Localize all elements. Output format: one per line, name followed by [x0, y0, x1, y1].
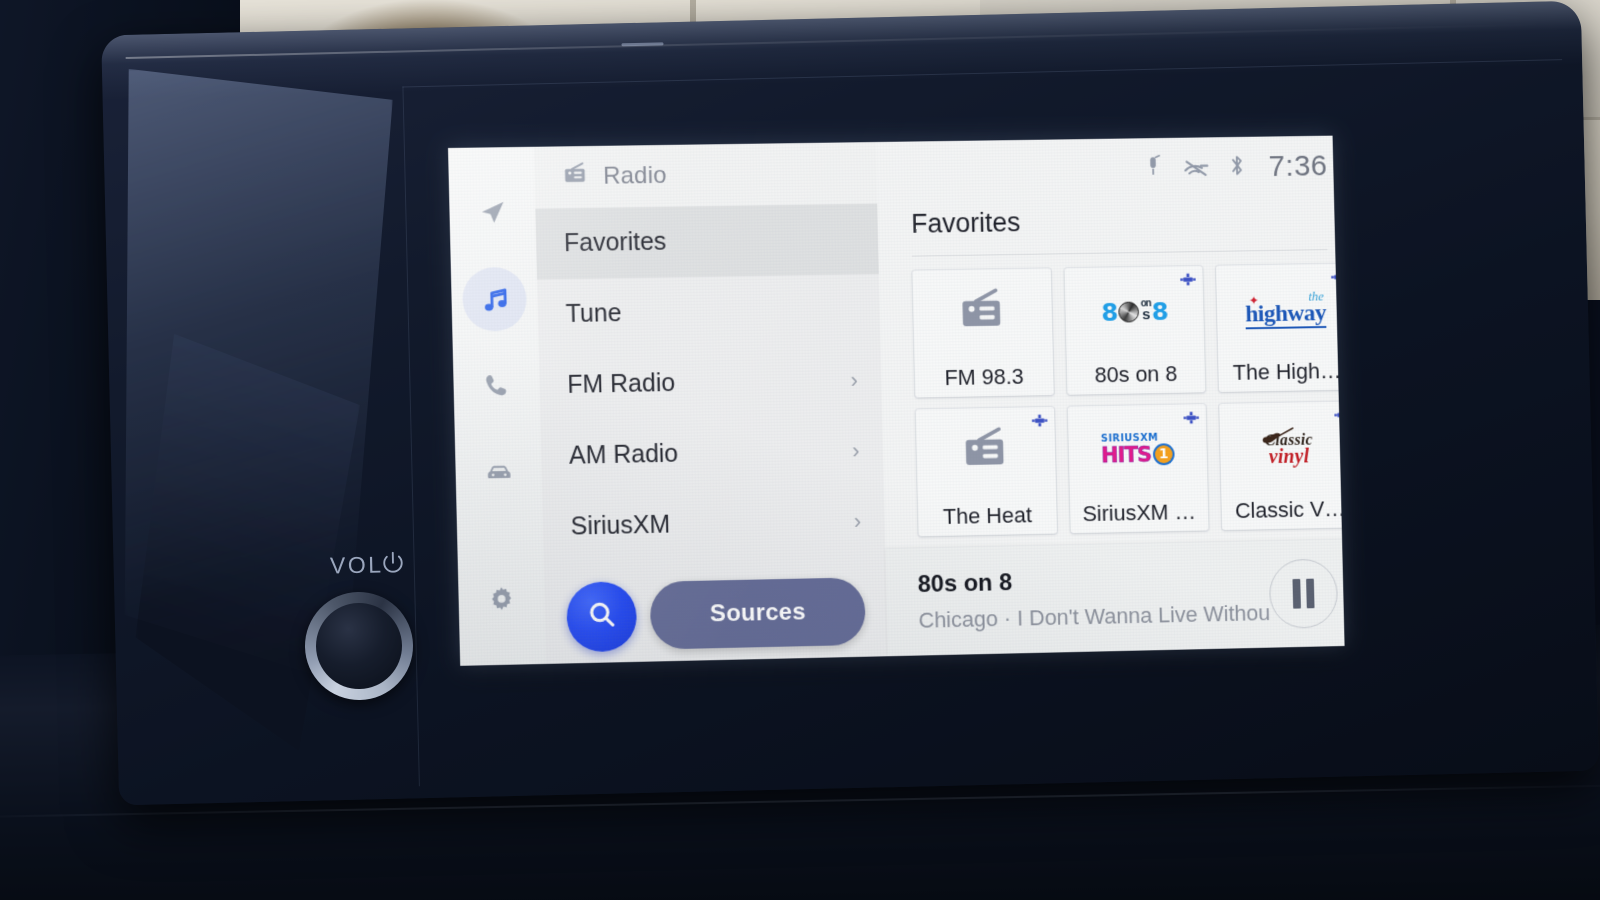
now-playing-text: 80s on 8 Chicago · I Don't Wanna Live Wi…	[917, 563, 1270, 633]
siriusxm-badge-icon	[1032, 414, 1048, 427]
logo-80s-on-8: 8 on s 8	[1101, 297, 1168, 327]
now-playing-bar[interactable]: 80s on 8 Chicago · I Don't Wanna Live Wi…	[885, 539, 1344, 656]
now-playing-title: 80s on 8	[917, 563, 1269, 598]
signal-off-icon	[1181, 153, 1211, 184]
sources-button[interactable]: Sources	[650, 577, 866, 649]
now-playing-subtitle: Chicago · I Don't Wanna Live Withou…	[918, 600, 1270, 633]
tile-label: FM 98.3	[914, 357, 1053, 397]
content-panel: 7:36 Favorites FM 98.3 8 on s 8 80s on 8…	[876, 136, 1345, 657]
status-clock: 7:36	[1268, 150, 1327, 184]
tile-label: The High…	[1218, 352, 1345, 392]
tile-label: 80s on 8	[1067, 355, 1206, 395]
chevron-right-icon: ›	[852, 438, 860, 464]
list-item-am-radio[interactable]: AM Radio ›	[540, 415, 884, 492]
list-item-label: Favorites	[564, 228, 667, 259]
bluetooth-icon	[1228, 152, 1246, 183]
logo-classic-vinyl: Classic vinyl	[1264, 427, 1313, 467]
list-item-label: Tune	[565, 299, 621, 329]
rail-item-vehicle[interactable]	[466, 439, 531, 504]
app-rail	[448, 147, 546, 666]
source-header-label: Radio	[603, 162, 667, 191]
list-item-label: AM Radio	[569, 440, 679, 471]
radio-icon	[562, 161, 590, 193]
favorite-tile-fm-983[interactable]: FM 98.3	[912, 268, 1053, 397]
tile-artwork	[912, 268, 1053, 360]
siriusxm-badge-icon	[1180, 273, 1196, 286]
favorite-tile-the-highway[interactable]: ✦ the highway The High…	[1216, 263, 1345, 392]
tile-label: SiriusXM …	[1070, 493, 1209, 533]
rail-spacer	[500, 525, 501, 567]
status-bar: 7:36	[876, 136, 1345, 204]
search-button[interactable]	[566, 581, 637, 652]
rail-item-phone[interactable]	[464, 353, 529, 418]
infotainment-photo-scene: VOL Radio Favorites Tune FM Radio › AM R…	[0, 0, 1600, 900]
page-title: Favorites	[877, 196, 1344, 256]
search-icon	[585, 598, 618, 636]
tile-label: The Heat	[918, 496, 1057, 536]
favorite-tile-the-heat[interactable]: The Heat	[916, 407, 1057, 537]
sources-button-label: Sources	[710, 598, 806, 628]
volume-knob-face	[315, 602, 403, 690]
source-list-header: Radio	[534, 142, 877, 209]
navigation-arrow-icon	[477, 198, 508, 228]
source-list-footer: Sources	[544, 565, 888, 664]
bezel-seam-vertical	[402, 86, 419, 786]
rail-item-audio[interactable]	[462, 267, 527, 332]
favorite-tile-80s-on-8[interactable]: 8 on s 8 80s on 8	[1065, 266, 1206, 395]
list-item-favorites[interactable]: Favorites	[535, 204, 879, 280]
music-note-icon	[478, 283, 511, 315]
pause-button[interactable]	[1269, 558, 1339, 628]
list-item-label: FM Radio	[567, 369, 675, 400]
microphone-muted-icon	[1142, 153, 1164, 184]
list-item-siriusxm[interactable]: SiriusXM ›	[542, 485, 886, 563]
touchscreen-display: Radio Favorites Tune FM Radio › AM Radio…	[448, 136, 1345, 666]
power-icon[interactable]	[378, 549, 409, 580]
radio-icon	[956, 285, 1008, 342]
volume-label: VOL	[330, 551, 384, 579]
source-list-panel: Radio Favorites Tune FM Radio › AM Radio…	[534, 142, 888, 664]
tile-label: Classic V…	[1221, 490, 1344, 530]
chevron-right-icon: ›	[850, 367, 858, 393]
car-icon	[483, 455, 515, 487]
favorite-tile-siriusxm-hits1[interactable]: SIRIUSXM HITS 1 SiriusXM …	[1068, 404, 1209, 533]
logo-the-highway: ✦ the highway	[1245, 289, 1327, 329]
source-list-body: Favorites Tune FM Radio › AM Radio › Sir…	[535, 204, 885, 573]
tile-artwork: ✦ the highway	[1216, 263, 1345, 354]
infotainment-ui: Radio Favorites Tune FM Radio › AM Radio…	[448, 136, 1345, 666]
pause-icon	[1292, 579, 1314, 609]
list-item-tune[interactable]: Tune	[537, 274, 881, 350]
tile-artwork: Classic vinyl	[1219, 401, 1344, 492]
logo-siriusxm-hits1: SIRIUSXM HITS 1	[1101, 433, 1175, 466]
list-item-label: SiriusXM	[570, 511, 670, 542]
radio-icon	[960, 424, 1012, 481]
chevron-right-icon: ›	[854, 508, 862, 534]
rail-item-navigation[interactable]	[460, 181, 525, 246]
phone-icon	[482, 370, 512, 399]
list-item-fm-radio[interactable]: FM Radio ›	[539, 345, 883, 422]
guitar-icon	[1261, 427, 1295, 447]
siriusxm-badge-icon	[1183, 411, 1199, 424]
favorite-tile-classic-vinyl[interactable]: Classic vinyl Classic V…	[1219, 401, 1344, 530]
gear-icon	[487, 585, 516, 614]
rail-item-settings[interactable]	[469, 566, 534, 631]
